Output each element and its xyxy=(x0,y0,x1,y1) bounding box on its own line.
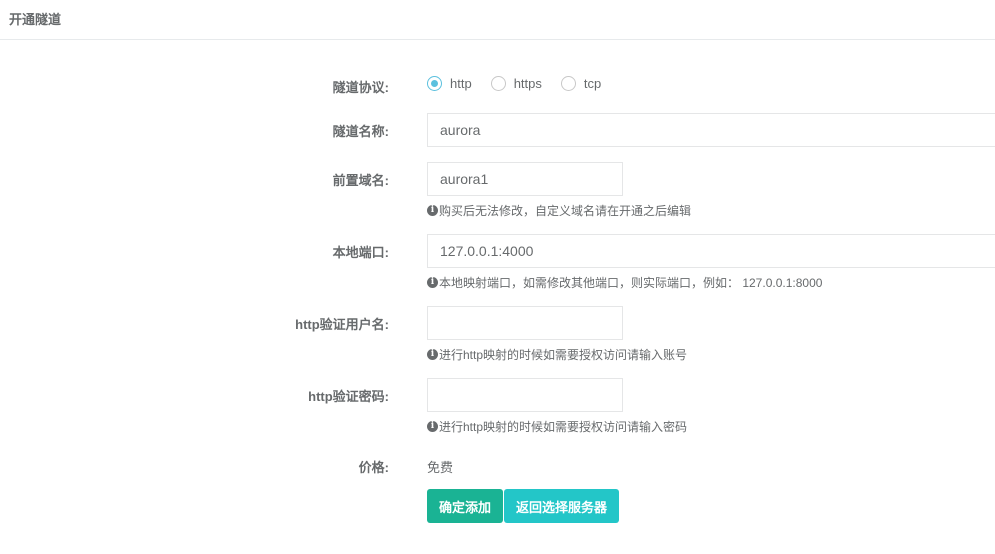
tunnel-name-input[interactable] xyxy=(427,113,995,147)
info-icon: i xyxy=(427,349,438,360)
http-user-help-text: 进行http映射的时候如需要授权访问请输入账号 xyxy=(439,348,688,362)
radio-http[interactable] xyxy=(427,76,442,91)
info-icon: i xyxy=(427,277,438,288)
radio-label-http: http xyxy=(450,76,472,91)
http-user-label: http验证用户名: xyxy=(295,317,389,332)
price-value: 免费 xyxy=(427,460,454,475)
protocol-label: 隧道协议: xyxy=(332,80,389,95)
info-icon: i xyxy=(427,421,438,432)
prefix-domain-help: i 购买后无法修改，自定义域名请在开通之后编辑 xyxy=(427,202,691,219)
http-password-label: http验证密码: xyxy=(308,389,389,404)
http-user-help: i 进行http映射的时候如需要授权访问请输入账号 xyxy=(427,346,687,363)
http-password-input[interactable] xyxy=(427,378,623,412)
tunnel-name-label: 隧道名称: xyxy=(332,124,389,139)
radio-label-https: https xyxy=(513,76,542,91)
radio-tcp[interactable] xyxy=(560,76,576,91)
http-password-help-text: 进行http映射的时候如需要授权访问请输入密码 xyxy=(439,420,688,434)
protocol-option-http[interactable]: http xyxy=(427,76,472,91)
prefix-domain-label: 前置域名: xyxy=(332,173,389,188)
local-port-label: 本地端口: xyxy=(332,245,389,260)
protocol-option-https[interactable]: https xyxy=(490,76,542,91)
radio-https[interactable] xyxy=(490,76,506,91)
http-password-help: i 进行http映射的时候如需要授权访问请输入密码 xyxy=(427,418,687,435)
local-port-help: i 本地映射端口，如需修改其他端口，则实际端口，例如： 127.0.0.1:80… xyxy=(427,274,822,291)
http-user-input[interactable] xyxy=(427,306,623,340)
page-title: 开通隧道 xyxy=(0,0,995,40)
protocol-option-tcp[interactable]: tcp xyxy=(560,76,602,91)
prefix-domain-input[interactable] xyxy=(427,162,623,196)
radio-label-tcp: tcp xyxy=(583,76,602,91)
back-to-server-button[interactable]: 返回选择服务器 xyxy=(504,489,620,523)
prefix-domain-help-text: 购买后无法修改，自定义域名请在开通之后编辑 xyxy=(439,204,692,218)
confirm-add-button[interactable]: 确定添加 xyxy=(427,489,504,523)
local-port-help-text: 本地映射端口，如需修改其他端口，则实际端口，例如： 127.0.0.1:8000 xyxy=(439,276,823,290)
protocol-radio-group: http https tcp xyxy=(427,76,620,91)
price-label: 价格: xyxy=(358,460,389,475)
action-buttons: 确定添加 返回选择服务器 xyxy=(427,489,620,523)
info-icon: i xyxy=(427,205,438,216)
local-port-input[interactable] xyxy=(427,234,995,268)
